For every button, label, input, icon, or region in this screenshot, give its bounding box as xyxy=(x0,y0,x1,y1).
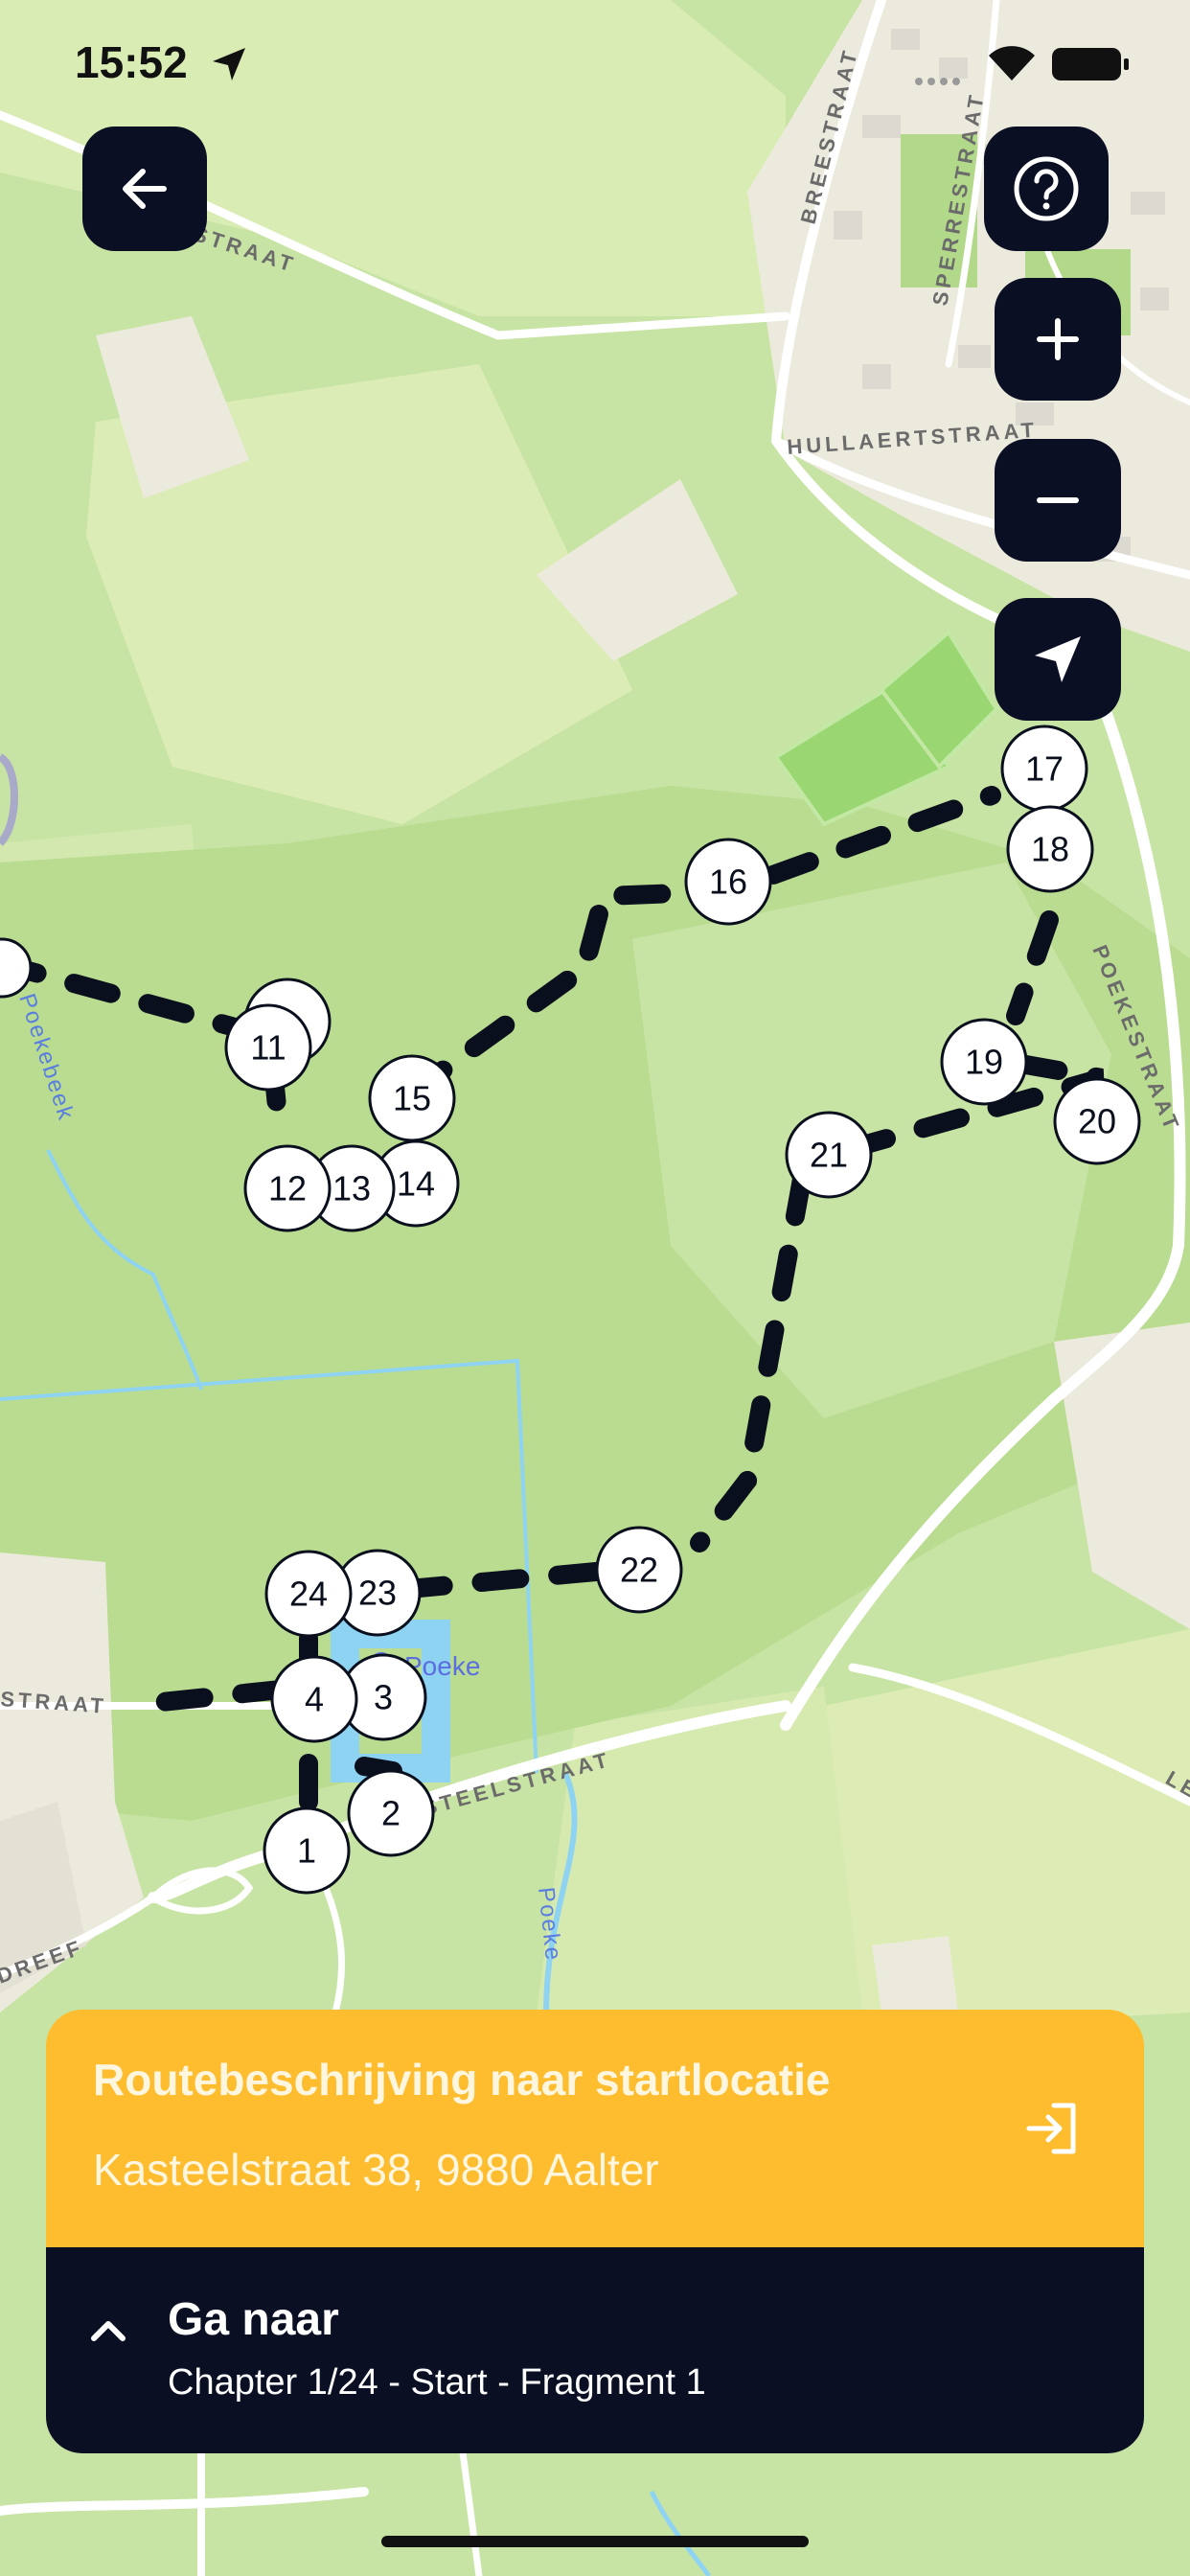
svg-text:22: 22 xyxy=(620,1551,658,1590)
chapter-card[interactable]: Ga naar Chapter 1/24 - Start - Fragment … xyxy=(46,2247,1144,2453)
svg-text:14: 14 xyxy=(397,1164,435,1204)
route-marker-2[interactable]: 2 xyxy=(347,1769,435,1857)
route-marker-20[interactable]: 20 xyxy=(1053,1077,1141,1165)
wifi-icon xyxy=(989,46,1035,80)
svg-text:15: 15 xyxy=(393,1079,431,1118)
status-time: 15:52 xyxy=(75,37,188,87)
home-indicator[interactable] xyxy=(381,2536,809,2547)
route-marker-18[interactable]: 18 xyxy=(1006,805,1094,893)
cellular-signal-icon xyxy=(915,73,969,85)
route-marker-24[interactable]: 24 xyxy=(264,1550,353,1638)
svg-text:2: 2 xyxy=(381,1794,400,1833)
route-marker-17[interactable]: 17 xyxy=(1000,724,1088,813)
svg-text:23: 23 xyxy=(358,1574,397,1613)
route-marker-22[interactable]: 22 xyxy=(595,1526,683,1614)
route-marker-15[interactable]: 15 xyxy=(368,1054,456,1142)
route-marker-19[interactable]: 19 xyxy=(940,1018,1028,1106)
route-marker-21[interactable]: 21 xyxy=(785,1111,873,1199)
location-services-icon xyxy=(213,48,245,80)
goto-title: Ga naar xyxy=(168,2294,339,2345)
route-marker-11[interactable]: 11 xyxy=(224,1003,312,1092)
svg-text:11: 11 xyxy=(250,1028,286,1068)
help-button[interactable] xyxy=(984,126,1109,251)
route-panel: Routebeschrijving naar startlocatie Kast… xyxy=(46,2010,1144,2453)
svg-text:17: 17 xyxy=(1025,749,1064,789)
svg-text:19: 19 xyxy=(965,1043,1003,1082)
route-marker-4[interactable]: 4 xyxy=(270,1655,358,1743)
zoom-out-button[interactable] xyxy=(995,439,1121,562)
svg-text:20: 20 xyxy=(1078,1102,1116,1141)
directions-card[interactable]: Routebeschrijving naar startlocatie Kast… xyxy=(46,2010,1144,2247)
svg-text:1: 1 xyxy=(297,1831,316,1871)
chevron-up-icon[interactable] xyxy=(84,2307,132,2355)
svg-text:3: 3 xyxy=(374,1678,393,1717)
directions-title: Routebeschrijving naar startlocatie xyxy=(93,2055,831,2104)
chapter-subtitle: Chapter 1/24 - Start - Fragment 1 xyxy=(168,2362,706,2403)
route-marker-16[interactable]: 16 xyxy=(684,838,772,926)
back-button[interactable] xyxy=(82,126,207,251)
minus-icon xyxy=(1037,497,1079,503)
svg-text:12: 12 xyxy=(268,1169,307,1208)
battery-icon xyxy=(1052,48,1129,80)
field-area xyxy=(537,1687,862,2012)
start-address: Kasteelstraat 38, 9880 Aalter xyxy=(93,2145,659,2195)
zoom-in-button[interactable] xyxy=(995,278,1121,401)
svg-text:18: 18 xyxy=(1031,830,1069,869)
question-mark-icon xyxy=(1014,156,1079,221)
route-marker-1[interactable]: 1 xyxy=(263,1806,351,1895)
svg-text:24: 24 xyxy=(289,1575,328,1614)
building xyxy=(872,1936,958,2012)
svg-text:16: 16 xyxy=(709,862,747,902)
my-location-button[interactable] xyxy=(995,598,1121,721)
back-arrow-icon xyxy=(123,169,167,209)
open-directions-icon[interactable] xyxy=(1021,2098,1083,2159)
navigation-arrow-icon xyxy=(1035,636,1081,682)
svg-text:4: 4 xyxy=(305,1680,324,1719)
plus-icon xyxy=(1037,318,1079,360)
route-marker-12[interactable]: 12 xyxy=(243,1144,332,1232)
svg-text:13: 13 xyxy=(332,1169,371,1208)
svg-text:21: 21 xyxy=(810,1136,848,1175)
status-bar: 15:52 xyxy=(0,0,1190,125)
